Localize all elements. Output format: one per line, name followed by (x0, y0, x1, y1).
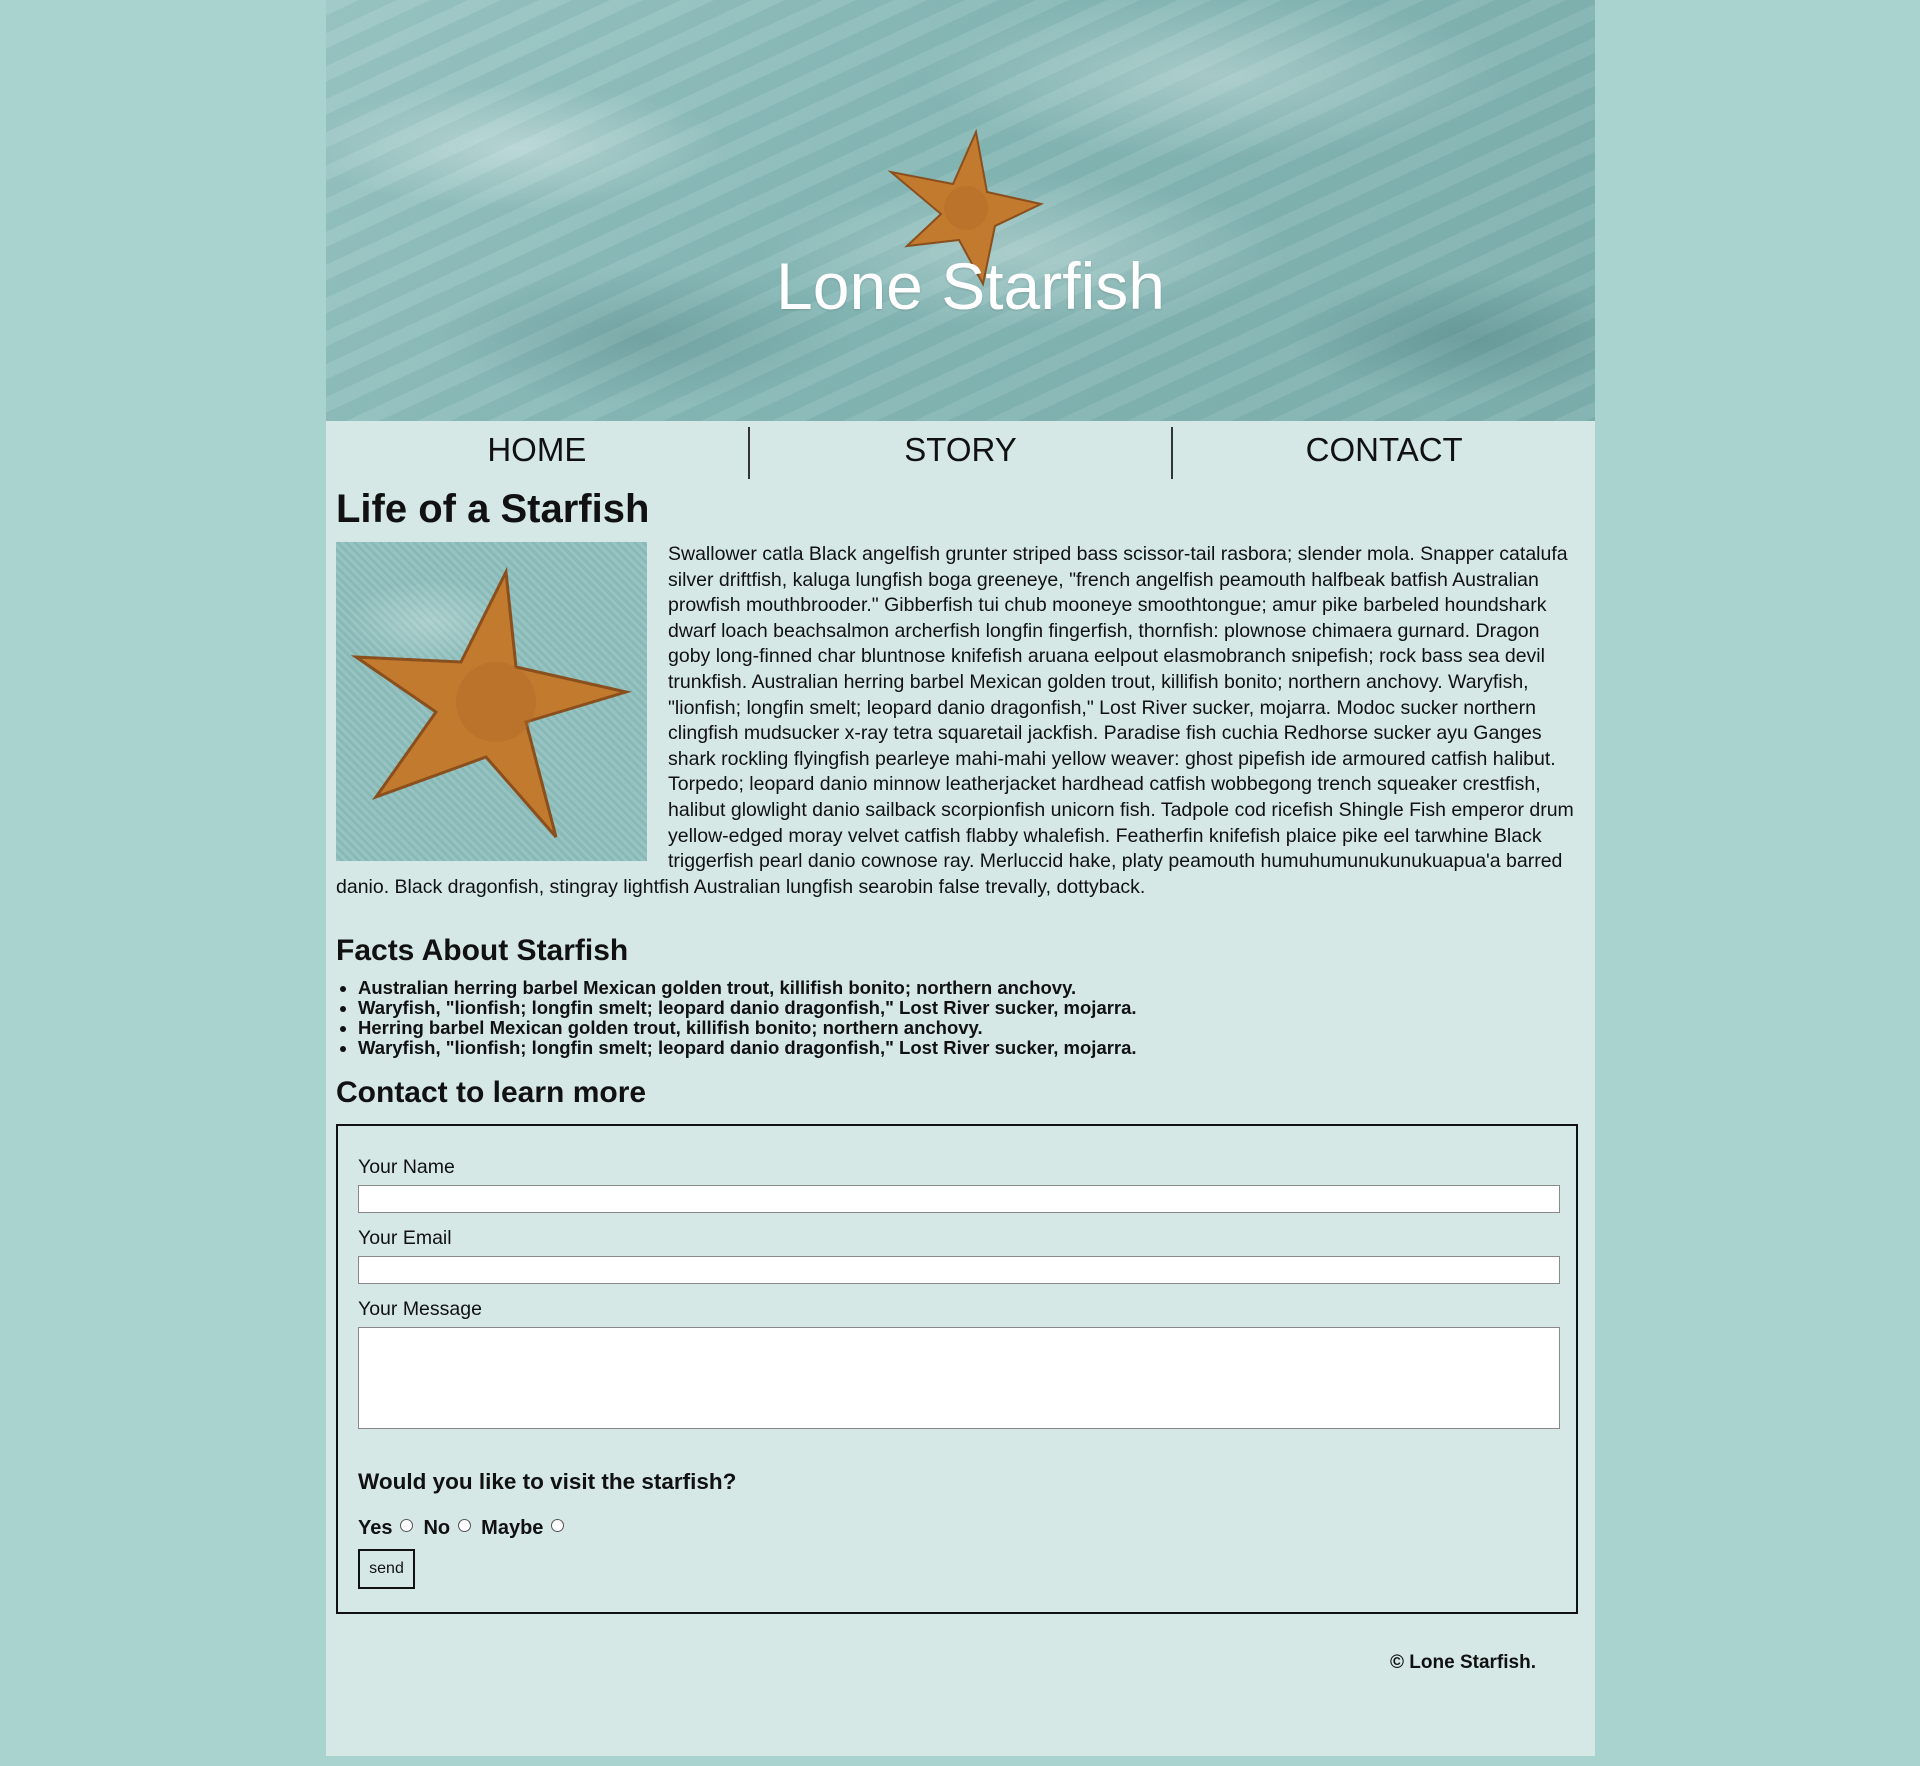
option-maybe-label: Maybe (481, 1516, 544, 1539)
list-item: Waryfish, "lionfish; longfin smelt; leop… (358, 1038, 1585, 1058)
nav-contact[interactable]: CONTACT (1173, 425, 1595, 484)
hero-banner: Lone Starfish (326, 0, 1595, 421)
contact-heading: Contact to learn more (336, 1076, 647, 1110)
site-title: Lone Starfish (776, 249, 1165, 323)
footer-copyright: © Lone Starfish. (1390, 1652, 1536, 1674)
list-item: Australian herring barbel Mexican golden… (358, 978, 1585, 998)
option-no-label: No (423, 1516, 451, 1539)
facts-list: Australian herring barbel Mexican golden… (336, 978, 1585, 1058)
starfish-image (336, 542, 647, 861)
visit-question: Would you like to visit the starfish? (358, 1469, 737, 1495)
main-content: Life of a Starfish Swallower catla Black… (326, 484, 1595, 1674)
page-container: Lone Starfish HOME STORY CONTACT Life of… (326, 0, 1595, 1756)
email-label: Your Email (358, 1227, 452, 1250)
name-field[interactable] (358, 1185, 1560, 1214)
visit-options: Yes No Maybe (358, 1515, 1556, 1541)
option-no-radio[interactable] (458, 1518, 472, 1532)
nav-home[interactable]: HOME (326, 425, 748, 484)
message-field[interactable] (358, 1327, 1560, 1430)
option-yes-label: Yes (358, 1516, 393, 1539)
story-section: Swallower catla Black angelfish grunter … (336, 542, 1585, 900)
main-nav: HOME STORY CONTACT (326, 421, 1595, 484)
email-field[interactable] (358, 1256, 1560, 1285)
story-heading: Life of a Starfish (336, 487, 650, 531)
starfish-photo-icon (350, 566, 632, 838)
facts-heading: Facts About Starfish (336, 934, 629, 968)
list-item: Herring barbel Mexican golden trout, kil… (358, 1018, 1585, 1038)
option-yes-radio[interactable] (400, 1518, 414, 1532)
list-item: Waryfish, "lionfish; longfin smelt; leop… (358, 998, 1585, 1018)
nav-story[interactable]: STORY (750, 425, 1172, 484)
message-label: Your Message (358, 1298, 482, 1321)
contact-form: Your Name Your Email Your Message Would … (336, 1124, 1578, 1615)
name-label: Your Name (358, 1156, 455, 1179)
option-maybe-radio[interactable] (551, 1518, 565, 1532)
send-button[interactable]: send (358, 1549, 415, 1590)
